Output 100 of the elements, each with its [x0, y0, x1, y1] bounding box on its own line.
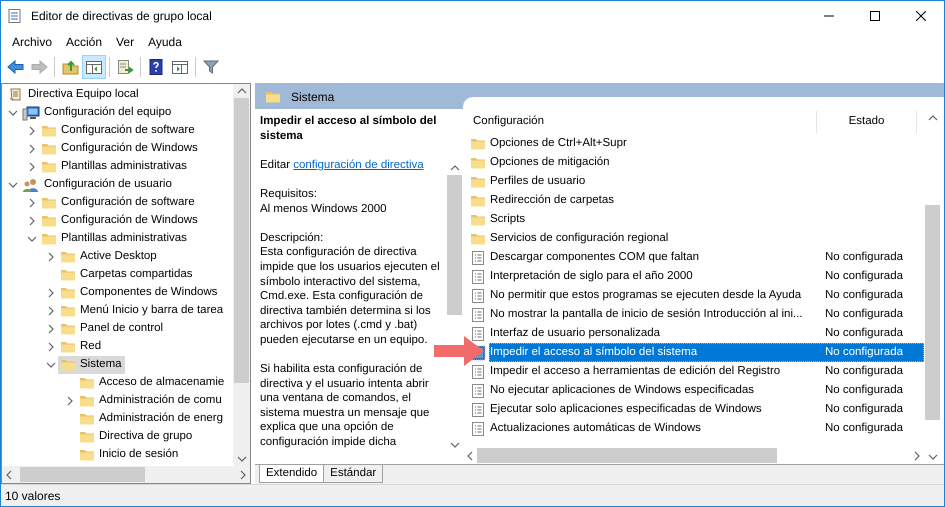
setting-state: No configurada — [824, 288, 904, 303]
scrollbar-thumb[interactable] — [925, 205, 940, 420]
tree-item[interactable]: Configuración de software — [39, 122, 198, 140]
edit-label: Editar — [260, 158, 290, 171]
menu-item[interactable]: Archivo — [5, 31, 60, 53]
list-row[interactable]: No ejecutar aplicaciones de Windows especificadas No configurada — [489, 381, 924, 400]
tree-item[interactable]: Configuración de Windows — [39, 212, 201, 230]
folder-icon — [60, 249, 76, 265]
setting-title: Impedir el acceso al símbolo del sistema — [260, 114, 438, 144]
scrollbar-thumb[interactable] — [234, 98, 249, 383]
tree-item[interactable]: Red — [58, 338, 104, 356]
setting-name: No mostrar la pantalla de inicio de sesión Introducción al ini... — [489, 306, 804, 322]
list-row[interactable]: Ejecutar solo aplicaciones especificadas de Windows No configurada — [489, 400, 924, 419]
scrollbar-thumb[interactable] — [477, 448, 777, 463]
list-row[interactable]: Scripts — [489, 210, 924, 229]
list-row[interactable]: No permitir que estos programas se ejecuten desde la Ayuda No configurada — [489, 286, 924, 305]
tree-item[interactable]: Administración de energ — [77, 410, 226, 428]
tree-item[interactable]: Acceso de almacenamie — [77, 374, 228, 392]
setting-name: No permitir que estos programas se ejecuten desde la Ayuda — [489, 288, 802, 303]
setting-state: No configurada — [824, 250, 904, 265]
document-icon — [470, 364, 486, 380]
setting-state: No configurada — [824, 326, 904, 341]
edit-policy-link[interactable]: configuración de directiva — [293, 158, 424, 171]
toolbar-button[interactable] — [82, 55, 106, 79]
tree-item[interactable]: Administración de comu — [77, 392, 225, 410]
setting-state: No configurada — [824, 402, 904, 417]
app-icon — [7, 8, 23, 24]
help-icon — [147, 58, 165, 76]
folder-icon — [79, 375, 95, 391]
list-row[interactable]: Servicios de configuración regional — [489, 229, 924, 248]
setting-name: Interpretación de siglo para el año 2000 — [489, 268, 694, 284]
setting-name: Interfaz de usuario personalizada — [489, 326, 662, 341]
folder-name: Perfiles de usuario — [489, 174, 586, 189]
list-row[interactable]: Impedir el acceso al símbolo del sistema No configurada — [489, 343, 924, 362]
tree-item[interactable]: Carpetas compartidas — [58, 266, 196, 284]
list-row[interactable]: Impedir el acceso a herramientas de edición del Registro No configurada — [489, 362, 924, 381]
description-text: Esta configuración de directiva impide que los usuarios ejecuten el símbolo interactivo del sistema, Cmd.exe. Esta configuración de directiva también determina si los archivos por lotes (.cmd y .bat) pueden ejecutarse en un equipo. — [260, 245, 441, 348]
description-label: Descripción: — [260, 230, 324, 246]
folder-name: Opciones de Ctrl+Alt+Supr — [489, 136, 628, 151]
list-row[interactable]: Interpretación de siglo para el año 2000 No configurada — [489, 267, 924, 286]
scrollbar-thumb[interactable] — [20, 467, 145, 482]
setting-name: Descargar componentes COM que faltan — [489, 250, 700, 265]
description-text: Si habilita esta configuración de directiva y el usuario intenta abrir una ventana de comandos, el sistema muestra un mensaje que explica que una opción de configuración impide dicha — [260, 362, 430, 450]
tree-item[interactable]: Directiva de grupo — [77, 428, 196, 446]
tab[interactable]: Extendido — [259, 465, 324, 483]
tree-item[interactable]: Configuración de Windows — [39, 140, 201, 158]
folder-name: Redirección de carpetas — [489, 192, 616, 208]
list-row[interactable]: Perfiles de usuario — [489, 172, 924, 191]
menu-item[interactable]: Acción — [59, 31, 110, 53]
folder-icon — [60, 303, 76, 319]
folder-icon — [41, 213, 57, 229]
folder-icon — [60, 339, 76, 355]
document-icon — [470, 306, 486, 322]
setting-state: No configurada — [824, 268, 904, 284]
document-icon — [470, 402, 486, 418]
tree-item[interactable]: Panel de control — [58, 320, 166, 338]
folder-title: Sistema — [291, 89, 334, 106]
column-header[interactable]: Configuración — [473, 113, 544, 131]
document-icon — [470, 268, 486, 284]
requirements-label: Requisitos: — [260, 186, 318, 202]
list-row[interactable]: Interfaz de usuario personalizada No configurada — [489, 324, 924, 343]
tree-item[interactable]: Sistema — [58, 356, 125, 374]
column-header[interactable]: Estado — [848, 113, 884, 131]
scrollbar-thumb[interactable] — [447, 175, 462, 315]
setting-state: No configurada — [824, 364, 904, 379]
tree-item[interactable]: Active Desktop — [58, 248, 160, 266]
tree-item[interactable]: Componentes de Windows — [58, 284, 220, 302]
folder-icon — [79, 411, 95, 427]
export-list-icon — [116, 58, 134, 76]
folder-icon — [79, 429, 95, 445]
tree-item[interactable]: Plantillas administrativas — [39, 230, 190, 248]
document-icon — [470, 420, 486, 436]
folder-icon — [60, 285, 76, 301]
list-row[interactable]: Redirección de carpetas — [489, 191, 924, 210]
requirements-text: Al menos Windows 2000 — [260, 202, 388, 216]
document-icon — [470, 288, 486, 304]
list-row[interactable]: Actualizaciones automáticas de Windows No configurada — [489, 419, 924, 438]
setting-state: No configurada — [824, 420, 904, 436]
folder-icon — [79, 447, 95, 463]
menu-item[interactable]: Ayuda — [141, 31, 189, 53]
tree-item[interactable]: Configuración del equipo — [20, 104, 174, 122]
back-arrow-icon — [6, 58, 24, 76]
tree-item[interactable]: Plantillas administrativas — [39, 158, 190, 176]
tree-item[interactable]: Configuración de usuario — [20, 176, 175, 194]
annotation-arrow — [433, 335, 485, 367]
folder-icon — [41, 159, 57, 175]
list-row[interactable]: No mostrar la pantalla de inicio de sesión Introducción al ini... No configurada — [489, 305, 924, 324]
folder-icon — [60, 267, 76, 283]
list-row[interactable]: Descargar componentes COM que faltan No configurada — [489, 248, 924, 267]
folder-icon — [60, 321, 76, 337]
setting-name: No ejecutar aplicaciones de Windows especificadas — [489, 382, 756, 398]
folder-icon — [265, 89, 281, 105]
tree-item[interactable]: Directiva Equipo local — [6, 86, 142, 104]
tab[interactable]: Estándar — [323, 465, 384, 483]
tree-item[interactable]: Inicio de sesión — [77, 446, 182, 464]
list-row[interactable]: Opciones de Ctrl+Alt+Supr — [489, 134, 924, 153]
tree-item[interactable]: Menú Inicio y barra de tarea — [58, 302, 226, 320]
menu-item[interactable]: Ver — [109, 31, 142, 53]
tree-item[interactable]: Configuración de software — [39, 194, 198, 212]
list-row[interactable]: Opciones de mitigación — [489, 153, 924, 172]
